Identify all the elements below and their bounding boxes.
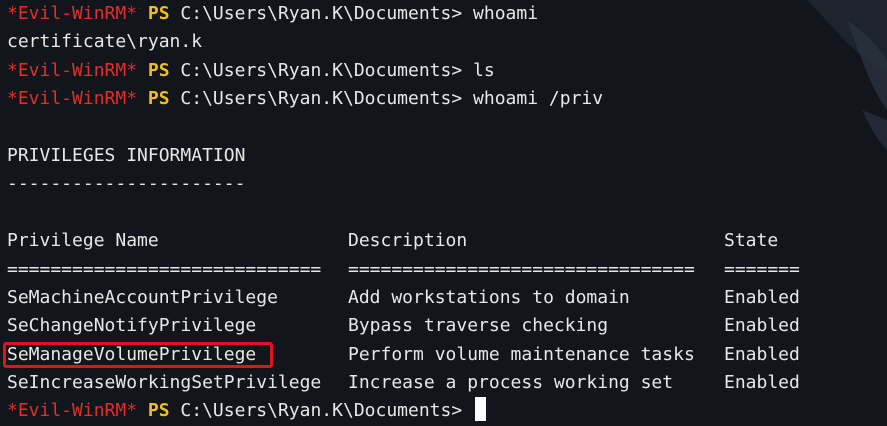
table-header-row: Privilege Name Description State	[7, 227, 887, 255]
terminal-window[interactable]: *Evil-WinRM* PS C:\Users\Ryan.K\Document…	[0, 0, 887, 426]
command-text: ls	[473, 59, 495, 81]
prompt-name: *Evil-WinRM*	[7, 400, 138, 422]
table-row: SeChangeNotifyPrivilege Bypass traverse …	[7, 312, 887, 340]
privileges-title-underline: ----------------------	[7, 170, 887, 198]
table-row: SeIncreaseWorkingSetPrivilege Increase a…	[7, 369, 887, 397]
separator-description: ================================	[348, 258, 695, 280]
privilege-state: Enabled	[724, 315, 800, 337]
prompt-ps: PS	[147, 59, 170, 81]
prompt-path: C:\Users\Ryan.K\Documents>	[180, 400, 463, 422]
prompt-name: *Evil-WinRM*	[7, 59, 138, 81]
privilege-description: Add workstations to domain	[348, 286, 630, 308]
prompt-path: C:\Users\Ryan.K\Documents>	[180, 3, 463, 24]
prompt-path: C:\Users\Ryan.K\Documents>	[180, 88, 463, 110]
command-line-ls: *Evil-WinRM* PS C:\Users\Ryan.K\Document…	[7, 57, 887, 85]
title-text: PRIVILEGES INFORMATION	[7, 144, 246, 166]
command-text: whoami	[473, 3, 539, 24]
header-description: Description	[348, 230, 468, 252]
privileges-title: PRIVILEGES INFORMATION	[7, 142, 887, 170]
command-line-whoami: *Evil-WinRM* PS C:\Users\Ryan.K\Document…	[7, 0, 887, 28]
separator-name: =============================	[7, 258, 322, 280]
whoami-output: certificate\ryan.k	[7, 28, 887, 56]
privilege-name: SeIncreaseWorkingSetPrivilege	[7, 372, 322, 394]
privilege-state: Enabled	[724, 372, 800, 394]
privilege-name: SeManageVolumePrivilege	[7, 343, 257, 365]
separator-state: =======	[724, 258, 800, 280]
prompt-name: *Evil-WinRM*	[7, 88, 138, 110]
privilege-name: SeChangeNotifyPrivilege	[7, 315, 257, 337]
privilege-name: SeMachineAccountPrivilege	[7, 286, 278, 308]
terminal-output: *Evil-WinRM* PS C:\Users\Ryan.K\Document…	[3, 0, 887, 426]
prompt-ps: PS	[147, 88, 170, 110]
table-row-highlighted: SeManageVolumePrivilege Perform volume m…	[3, 341, 887, 369]
header-privilege-name: Privilege Name	[7, 230, 159, 252]
prompt-path: C:\Users\Ryan.K\Documents>	[180, 59, 463, 81]
privilege-description: Increase a process working set	[348, 372, 674, 394]
active-prompt-line[interactable]: *Evil-WinRM* PS C:\Users\Ryan.K\Document…	[7, 397, 887, 425]
privilege-description: Perform volume maintenance tasks	[348, 343, 695, 365]
text-cursor[interactable]	[475, 397, 487, 422]
privilege-description: Bypass traverse checking	[348, 315, 609, 337]
prompt-ps: PS	[147, 3, 170, 24]
header-state: State	[724, 230, 779, 252]
privilege-state: Enabled	[724, 343, 800, 365]
command-text: whoami /priv	[473, 88, 604, 110]
underline-text: ----------------------	[7, 173, 246, 195]
privilege-state: Enabled	[724, 286, 800, 308]
prompt-ps: PS	[147, 400, 170, 422]
output-text: certificate\ryan.k	[7, 31, 203, 53]
table-separator-row: ============================= ==========…	[7, 256, 887, 284]
command-line-whoami-priv: *Evil-WinRM* PS C:\Users\Ryan.K\Document…	[7, 85, 887, 113]
prompt-name: *Evil-WinRM*	[7, 3, 138, 24]
table-row: SeMachineAccountPrivilege Add workstatio…	[7, 284, 887, 312]
